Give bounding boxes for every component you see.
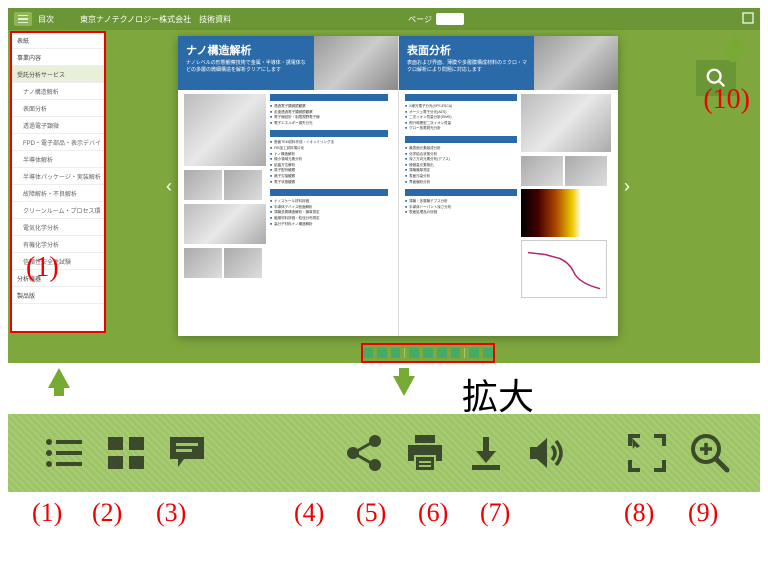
download-icon[interactable] [468,431,504,475]
sidebar-item[interactable]: 受託分析サービス [11,66,105,83]
page-label-text: ページ [408,14,432,25]
annotation-num: (7) [480,498,510,528]
arrow-up-icon [48,368,70,388]
page-indicator: ページ [408,13,464,25]
document-title: 東京ナノテクノロジー株式会社 技術資料 [80,14,231,25]
maximize-icon[interactable] [742,12,754,24]
right-page: 表面分析 表面および界面、薄膜や多層膜構成材料のミクロ・マクロ解析により問題に対… [398,36,618,336]
sidebar-item[interactable]: 有機化学分析 [11,236,105,253]
book-spread[interactable]: ナノ構造解析 ナノレベルの形態観察技術で金属・半導体・誘電体などの多層の微細構造… [178,36,618,336]
toc-sidebar[interactable]: 表紙事業内容受託分析サービスナノ構造解析表面分析透過電子顕微FPD・電子部品・表… [11,32,105,332]
catalog-viewer: 目次 東京ナノテクノロジー株式会社 技術資料 ページ 表紙事業内容受託分析サービ… [8,8,760,363]
right-page-title: 表面分析 [407,42,451,58]
sidebar-item[interactable]: 事業内容 [11,49,105,66]
share-icon[interactable] [346,431,382,475]
menu-button[interactable] [14,12,32,26]
content-list: 透過電子顕微鏡観察走査透過電子顕微鏡観察電子線回折・制限視野電子線電子エネルギー… [270,104,388,126]
annotation-num: (5) [356,498,386,528]
main-toolbar [8,414,760,492]
zoom-in-icon[interactable] [690,431,730,475]
left-page-subtitle: ナノレベルの形態観察技術で金属・半導体・誘電体などの多層の微細構造を解析クリアに… [186,60,306,73]
print-icon[interactable] [406,431,444,475]
equipment-image [184,94,266,166]
next-page-button[interactable]: › [618,171,636,201]
viewer-header: 目次 東京ナノテクノロジー株式会社 技術資料 ページ [8,8,760,30]
sample-image [184,204,266,244]
mini-toolbar [363,345,493,361]
annotation-num: (2) [92,498,122,528]
menu-label: 目次 [38,14,54,25]
prev-page-button[interactable]: ‹ [160,171,178,201]
annotation-num: (4) [294,498,324,528]
left-page: ナノ構造解析 ナノレベルの形態観察技術で金属・半導体・誘電体などの多層の微細構造… [178,36,398,336]
arrow-up-icon [724,34,746,54]
heatmap-image [521,189,607,237]
fullscreen-icon[interactable] [628,431,666,475]
sidebar-item[interactable]: 電気化学分析 [11,219,105,236]
arrow-down-icon [393,376,415,396]
annotation-num: (6) [418,498,448,528]
sidebar-item[interactable]: 半導体パッケージ・実装解析 [11,168,105,185]
sidebar-item[interactable]: 故障解析・不良解析 [11,185,105,202]
annotation-num: (8) [624,498,654,528]
sidebar-item[interactable]: 表紙 [11,32,105,49]
spectrum-chart [521,240,607,298]
sound-icon[interactable] [528,431,568,475]
annotation-num: (9) [688,498,718,528]
sidebar-item[interactable]: クリーンルーム・プロセス環 [11,202,105,219]
sidebar-item[interactable]: 透過電子顕微 [11,117,105,134]
sidebar-item[interactable]: 製品版 [11,287,105,304]
annotation-num: (1) [32,498,62,528]
annotation-1: (1) [26,252,59,284]
sidebar-item[interactable]: 表面分析 [11,100,105,117]
hero-image [534,36,618,90]
left-page-title: ナノ構造解析 [186,42,251,58]
page-number-input[interactable] [436,13,464,25]
sidebar-item[interactable]: FPD・電子部品・表示デバイ [11,134,105,151]
toc-icon[interactable] [44,431,84,475]
book-area: ‹ ナノ構造解析 ナノレベルの形態観察技術で金属・半導体・誘電体などの多層の微細… [128,36,668,336]
sidebar-item[interactable]: 半導体解析 [11,151,105,168]
notes-icon[interactable] [168,431,206,475]
hero-image [314,36,398,90]
thumbnails-icon[interactable] [108,431,144,475]
annotation-10: (10) [703,84,750,116]
annotation-num: (3) [156,498,186,528]
sidebar-item[interactable]: ナノ構造解析 [11,83,105,100]
zoom-annotation: 拡大 [462,368,534,420]
right-page-subtitle: 表面および界面、薄膜や多層膜構成材料のミクロ・マクロ解析により問題に対応します [407,60,527,73]
instrument-image [521,94,611,152]
